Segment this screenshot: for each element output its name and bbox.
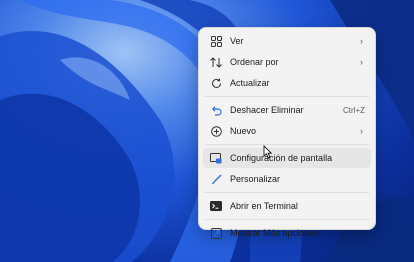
menu-item-refresh[interactable]: Actualizar <box>203 73 371 93</box>
brush-icon <box>205 174 227 185</box>
menu-item-label: Abrir en Terminal <box>230 201 298 211</box>
menu-item-label: Personalizar <box>230 174 281 184</box>
menu-separator <box>205 192 369 193</box>
menu-item-display-settings[interactable]: Configuración de pantalla <box>203 148 371 168</box>
menu-item-new[interactable]: Nuevo › <box>203 121 371 141</box>
shortcut-label: Ctrl+Z <box>343 105 365 115</box>
menu-separator <box>205 96 369 97</box>
menu-item-view[interactable]: Ver › <box>203 31 371 51</box>
plus-circle-icon <box>205 125 227 137</box>
sort-icon <box>205 56 227 68</box>
menu-item-label: Ver <box>230 36 244 46</box>
menu-item-label: Mostrar Más opciones <box>230 228 319 238</box>
menu-item-label: Actualizar <box>230 78 270 88</box>
menu-item-label: Ordenar por <box>230 57 279 67</box>
undo-icon <box>205 105 227 116</box>
chevron-right-icon: › <box>360 36 363 46</box>
menu-item-sort-by[interactable]: Ordenar por › <box>203 52 371 72</box>
chevron-right-icon: › <box>360 57 363 67</box>
menu-item-show-more-options[interactable]: Mostrar Más opciones <box>203 223 371 243</box>
menu-item-open-terminal[interactable]: Abrir en Terminal <box>203 196 371 216</box>
mouse-pointer-icon <box>263 145 273 159</box>
menu-item-label: Deshacer Eliminar <box>230 105 304 115</box>
menu-separator <box>205 144 369 145</box>
terminal-icon <box>205 201 227 211</box>
display-settings-icon <box>205 152 227 164</box>
menu-separator <box>205 219 369 220</box>
menu-item-personalize[interactable]: Personalizar <box>203 169 371 189</box>
menu-item-label: Nuevo <box>230 126 257 136</box>
menu-item-label: Configuración de pantalla <box>230 153 333 163</box>
chevron-right-icon: › <box>360 126 363 136</box>
more-options-icon <box>205 227 227 239</box>
menu-item-undo-delete[interactable]: Deshacer Eliminar Ctrl+Z <box>203 100 371 120</box>
desktop-context-menu: Ver › Ordenar por › Actualizar Deshacer … <box>198 27 376 239</box>
refresh-icon <box>205 78 227 89</box>
grid-icon <box>205 35 227 47</box>
